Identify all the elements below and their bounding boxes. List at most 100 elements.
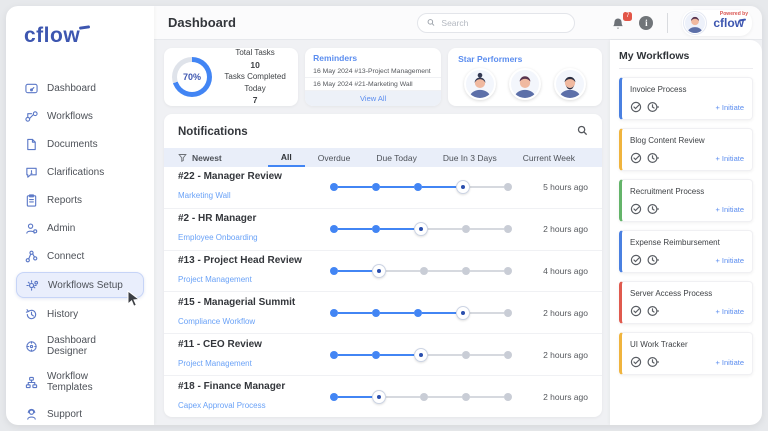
approve-check-icon[interactable] — [630, 305, 642, 317]
workflow-card: Server Access Process + Initiate — [619, 281, 753, 324]
user-avatar[interactable] — [684, 11, 707, 34]
tab-due-in-3-days[interactable]: Due In 3 Days — [430, 148, 510, 167]
tab-all[interactable]: All — [267, 148, 305, 167]
sidebar-item-label: Connect — [47, 250, 85, 262]
notification-row[interactable]: #22 - Manager Review Marketing Wall 5 ho… — [164, 167, 602, 209]
pending-clock-icon[interactable] — [647, 152, 659, 164]
performer-avatar[interactable] — [464, 68, 497, 100]
summary-cards-row: 70% Total Tasks 10 Tasks Completed Today… — [164, 48, 602, 106]
pending-clock-icon[interactable] — [647, 254, 659, 266]
sidebar-item-workflows-setup[interactable]: Workflows Setup — [16, 272, 144, 298]
step-dot — [372, 350, 380, 359]
sidebar-item-workflows[interactable]: Workflows — [16, 104, 144, 128]
notification-workflow-link[interactable]: Project Management — [178, 275, 252, 284]
step-line — [470, 228, 504, 231]
notifications-search-button[interactable] — [577, 123, 588, 141]
sidebar-item-dashboard-designer[interactable]: Dashboard Designer — [16, 330, 144, 362]
sidebar-item-clarifications[interactable]: Clarifications — [16, 160, 144, 184]
workflow-quick-icons — [630, 254, 659, 266]
main-column: Dashboard 7 i cflow Powered by — [154, 6, 762, 425]
notification-title-text: #11 - CEO Review — [178, 338, 262, 350]
sidebar-item-history[interactable]: History — [16, 302, 144, 326]
header-divider — [667, 12, 669, 33]
notification-time: 2 hours ago — [543, 391, 588, 402]
support-person-icon — [24, 407, 38, 421]
notification-row[interactable]: #18 - Finance Manager Capex Approval Pro… — [164, 376, 602, 417]
my-workflows-panel: My Workflows Invoice Process + Initiate … — [610, 40, 762, 425]
notifications-bell-button[interactable]: 7 — [611, 11, 633, 32]
notification-workflow-link[interactable]: Capex Approval Process — [178, 401, 266, 410]
step-dot — [504, 267, 512, 276]
notification-time: 2 hours ago — [543, 349, 588, 360]
step-dot — [372, 308, 380, 317]
pending-clock-icon[interactable] — [647, 101, 659, 113]
notification-row[interactable]: #2 - HR Manager Employee Onboarding 2 ho… — [164, 209, 602, 251]
step-line — [470, 395, 504, 398]
user-chip[interactable]: cflow Powered by — [682, 9, 752, 36]
initiate-link[interactable]: + Initiate — [715, 307, 744, 316]
notification-workflow-link[interactable]: Employee Onboarding — [178, 233, 258, 242]
workflow-nodes-icon — [24, 109, 38, 123]
pending-clock-icon[interactable] — [647, 356, 659, 368]
notification-row[interactable]: #13 - Project Head Review Project Manage… — [164, 251, 602, 293]
performer-avatar[interactable] — [509, 68, 542, 100]
sort-label: Newest — [192, 152, 222, 163]
step-line — [422, 186, 456, 189]
notification-tabs: All Overdue Due Today Due In 3 Days Curr… — [267, 148, 588, 167]
step-line — [470, 353, 504, 356]
global-search[interactable] — [417, 12, 576, 33]
approve-check-icon[interactable] — [630, 101, 642, 113]
approve-check-icon[interactable] — [630, 254, 642, 266]
step-dot — [414, 183, 422, 192]
sidebar-item-admin[interactable]: Admin — [16, 216, 144, 240]
tab-current-week[interactable]: Current Week — [510, 148, 588, 167]
step-line — [380, 186, 414, 189]
info-button[interactable]: i — [639, 15, 654, 30]
reminder-item[interactable]: 16 May 2024 #21-Marketing Wall — [305, 78, 442, 91]
step-dot-current — [456, 305, 470, 320]
approve-check-icon[interactable] — [630, 152, 642, 164]
pending-clock-icon[interactable] — [647, 305, 659, 317]
initiate-link[interactable]: + Initiate — [715, 256, 744, 265]
initiate-link[interactable]: + Initiate — [715, 205, 744, 214]
sort-newest-button[interactable]: Newest — [178, 153, 222, 163]
pending-clock-icon[interactable] — [647, 203, 659, 215]
initiate-link[interactable]: + Initiate — [715, 103, 744, 112]
notification-title-text: #13 - Project Head Review — [178, 255, 302, 267]
workflow-card: UI Work Tracker + Initiate — [619, 332, 753, 375]
sidebar-item-workflow-templates[interactable]: Workflow Templates — [16, 366, 144, 398]
reminder-item[interactable]: 16 May 2024 #13-Project Management — [305, 65, 442, 78]
approve-check-icon[interactable] — [630, 203, 642, 215]
cflow-wordmark: cflow — [713, 15, 744, 30]
sidebar-item-support[interactable]: Support — [16, 402, 144, 425]
initiate-link[interactable]: + Initiate — [715, 154, 744, 163]
sidebar: cflow Dashboard Workflows Documents Clar… — [6, 6, 154, 425]
initiate-link[interactable]: + Initiate — [715, 358, 744, 367]
notification-row[interactable]: #11 - CEO Review Project Management 2 ho… — [164, 334, 602, 377]
step-line — [428, 353, 462, 356]
approve-check-icon[interactable] — [630, 356, 642, 368]
total-tasks-label: Total Tasks — [235, 48, 275, 58]
sidebar-item-dashboard[interactable]: Dashboard — [16, 76, 144, 100]
notification-workflow-link[interactable]: Project Management — [178, 359, 252, 368]
performer-avatar[interactable] — [553, 68, 586, 100]
step-line — [470, 270, 504, 273]
sidebar-item-documents[interactable]: Documents — [16, 132, 144, 156]
tab-due-today[interactable]: Due Today — [363, 148, 429, 167]
tab-overdue[interactable]: Overdue — [305, 148, 364, 167]
sidebar-item-label: Documents — [47, 138, 98, 150]
sidebar-item-connect[interactable]: Connect — [16, 244, 144, 268]
search-input[interactable] — [441, 17, 566, 28]
notification-workflow-link[interactable]: Marketing Wall — [178, 191, 231, 200]
notification-row[interactable]: #15 - Managerial Summit Compliance Workf… — [164, 292, 602, 335]
step-dot — [330, 350, 338, 359]
tasks-percent: 70% — [182, 72, 201, 82]
reminders-view-all-button[interactable]: View All — [305, 91, 442, 106]
completed-tasks-label: Tasks Completed Today — [224, 72, 286, 93]
step-dot — [414, 308, 422, 317]
notification-workflow-link[interactable]: Compliance Workflow — [178, 317, 255, 326]
sidebar-item-reports[interactable]: Reports — [16, 188, 144, 212]
notification-time: 5 hours ago — [543, 182, 588, 193]
workflow-card: Blog Content Review + Initiate — [619, 128, 753, 171]
step-line — [338, 353, 372, 356]
